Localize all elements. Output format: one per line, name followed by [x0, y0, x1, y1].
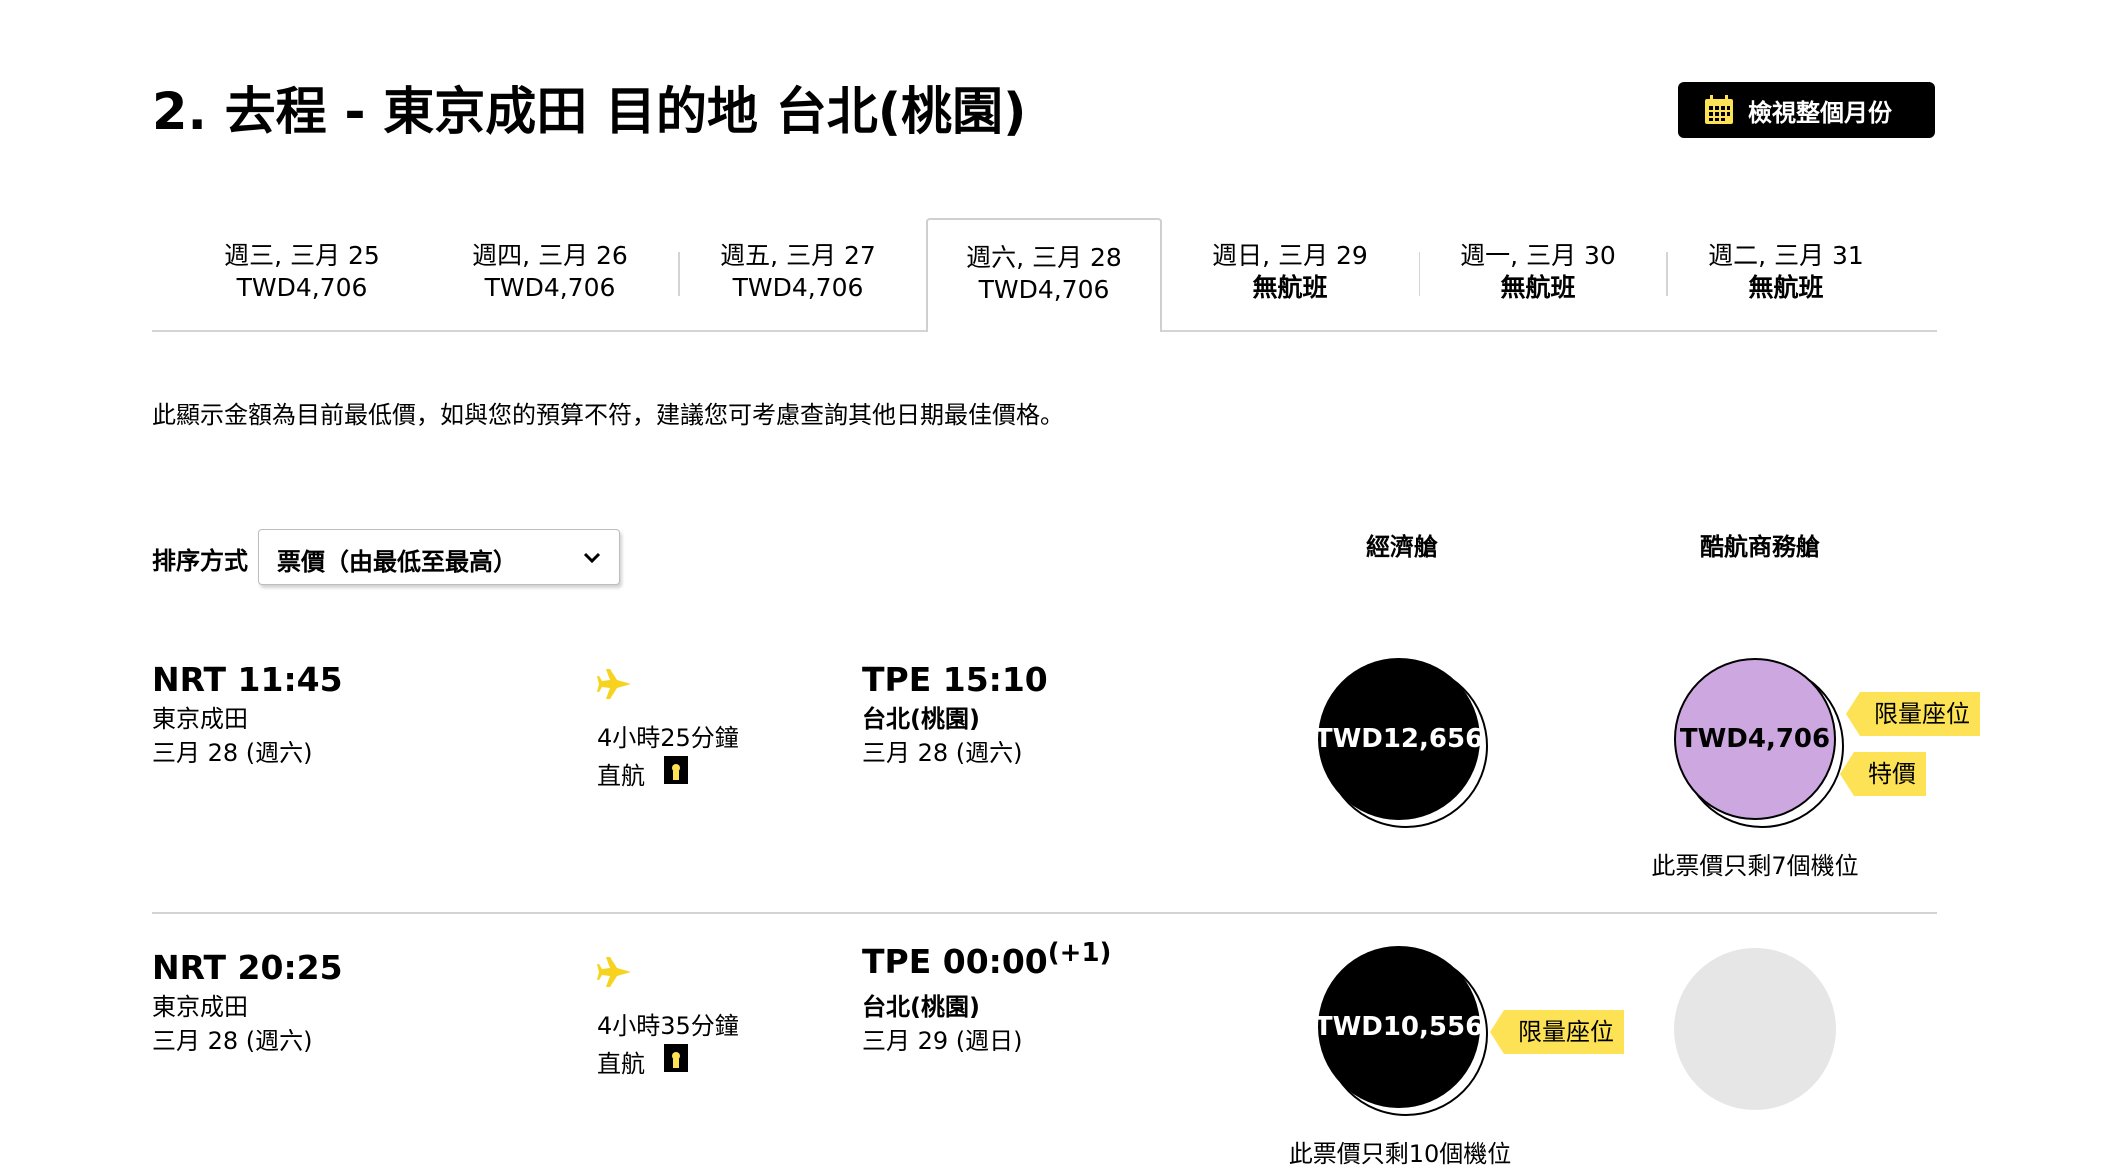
seats-left-note: 此票價只剩7個機位 — [1651, 852, 1859, 880]
arrival-city: 台北(桃園) — [862, 705, 980, 733]
sort-select[interactable]: 票價（由最低至最高） — [258, 529, 620, 585]
page-title: 2. 去程 - 東京成田 目的地 台北(桃園) — [152, 83, 1027, 142]
date-tab[interactable]: 週三, 三月 25 TWD4,706 — [184, 218, 420, 330]
economy-fare-button[interactable]: TWD10,556 — [1315, 946, 1483, 1108]
arrival-time-group: TPE 00:00(+1) — [862, 938, 1111, 981]
tab-price: 無航班 — [1500, 273, 1576, 302]
economy-fare-button[interactable]: TWD12,656 — [1315, 658, 1483, 820]
departure-date: 三月 28 (週六) — [152, 1027, 313, 1055]
column-business: 酷航商務艙 — [1700, 533, 1820, 561]
limited-seats-tag: 限量座位 — [1490, 1010, 1624, 1054]
departure-city: 東京成田 — [152, 993, 248, 1021]
departure-city: 東京成田 — [152, 705, 248, 733]
arrival-time: TPE 15:10 — [862, 660, 1048, 699]
tab-date: 週一, 三月 30 — [1460, 241, 1616, 270]
date-tab[interactable]: 週四, 三月 26 TWD4,706 — [432, 218, 668, 330]
date-tab[interactable]: 週日, 三月 29 無航班 — [1172, 218, 1408, 330]
sort-selected-value: 票價（由最低至最高） — [277, 548, 517, 576]
date-tab[interactable]: 週二, 三月 31 無航班 — [1668, 218, 1904, 330]
special-price-tag: 特價 — [1840, 752, 1926, 796]
crew-badge-icon[interactable] — [664, 1044, 688, 1072]
crew-badge-icon[interactable] — [664, 756, 688, 784]
tab-price: TWD4,706 — [978, 275, 1110, 304]
tab-date: 週三, 三月 25 — [224, 241, 380, 270]
chevron-down-icon — [581, 546, 603, 568]
view-month-button[interactable]: 檢視整個月份 — [1678, 82, 1935, 138]
tab-price: TWD4,706 — [732, 273, 864, 302]
date-tab-active[interactable]: 週六, 三月 28 TWD4,706 — [926, 218, 1162, 332]
flight-stops: 直航 — [597, 762, 645, 790]
view-month-label: 檢視整個月份 — [1748, 98, 1892, 127]
plane-icon — [597, 954, 633, 990]
sort-label: 排序方式 — [152, 547, 248, 575]
tab-date: 週六, 三月 28 — [966, 243, 1122, 272]
tab-date: 週日, 三月 29 — [1212, 241, 1368, 270]
tab-price: TWD4,706 — [484, 273, 616, 302]
arrival-date: 三月 28 (週六) — [862, 739, 1023, 767]
arrival-city: 台北(桃園) — [862, 993, 980, 1021]
date-tab[interactable]: 週一, 三月 30 無航班 — [1420, 218, 1656, 330]
date-tab[interactable]: 週五, 三月 27 TWD4,706 — [680, 218, 916, 330]
tab-price: 無航班 — [1748, 273, 1824, 302]
business-fare-button[interactable]: TWD4,706 — [1674, 658, 1836, 820]
arrival-date: 三月 29 (週日) — [862, 1027, 1023, 1055]
tab-date: 週二, 三月 31 — [1708, 241, 1864, 270]
flight-duration: 4小時25分鐘 — [597, 724, 739, 752]
tab-date: 週五, 三月 27 — [720, 241, 876, 270]
column-economy: 經濟艙 — [1366, 533, 1438, 561]
departure-time: NRT 20:25 — [152, 948, 343, 987]
tab-price: TWD4,706 — [236, 273, 368, 302]
flight-stops: 直航 — [597, 1050, 645, 1078]
calendar-icon — [1704, 95, 1734, 125]
flight-duration: 4小時35分鐘 — [597, 1012, 739, 1040]
departure-time: NRT 11:45 — [152, 660, 343, 699]
plane-icon — [597, 666, 633, 702]
business-fare-unavailable — [1674, 948, 1836, 1110]
limited-seats-tag: 限量座位 — [1846, 692, 1980, 736]
price-note: 此顯示金額為目前最低價，如與您的預算不符，建議您可考慮查詢其他日期最佳價格。 — [152, 401, 1064, 429]
day-offset: (+1) — [1047, 937, 1112, 968]
row-divider — [152, 912, 1937, 914]
departure-date: 三月 28 (週六) — [152, 739, 313, 767]
arrival-time: TPE 00:00 — [862, 942, 1048, 981]
tab-date: 週四, 三月 26 — [472, 241, 628, 270]
tab-price: 無航班 — [1252, 273, 1328, 302]
